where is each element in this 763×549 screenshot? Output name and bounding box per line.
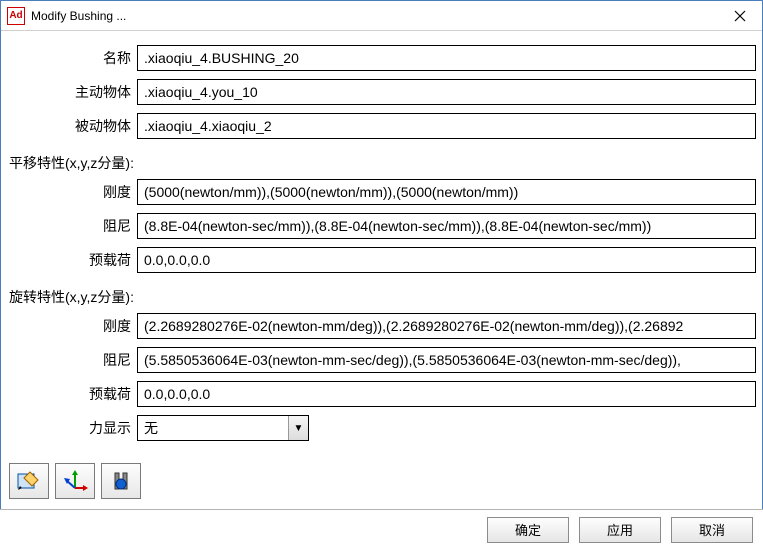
pencil-icon <box>16 470 42 492</box>
bushing-tool-button[interactable] <box>101 463 141 499</box>
active-body-input[interactable] <box>137 79 756 105</box>
toolbar-icons <box>7 449 756 499</box>
passive-body-input[interactable] <box>137 113 756 139</box>
ok-button[interactable]: 确定 <box>487 517 569 543</box>
close-icon <box>734 10 746 22</box>
chevron-down-icon: ▼ <box>288 416 308 440</box>
trans-preload-label: 预载荷 <box>7 250 137 270</box>
title-bar: Ad Modify Bushing ... <box>1 1 762 31</box>
rot-stiffness-input[interactable] <box>137 313 756 339</box>
force-display-value: 无 <box>138 418 288 438</box>
rot-preload-input[interactable] <box>137 381 756 407</box>
name-input[interactable] <box>137 45 756 71</box>
trans-damping-input[interactable] <box>137 213 756 239</box>
trans-stiffness-input[interactable] <box>137 179 756 205</box>
rot-damping-label: 阻尼 <box>7 350 137 370</box>
bushing-icon <box>108 470 134 492</box>
form-area: 名称 主动物体 被动物体 平移特性(x,y,z分量): 刚度 阻尼 预载荷 旋转… <box>1 31 762 505</box>
close-button[interactable] <box>717 1 762 30</box>
trans-preload-input[interactable] <box>137 247 756 273</box>
apply-button[interactable]: 应用 <box>579 517 661 543</box>
rot-damping-input[interactable] <box>137 347 756 373</box>
force-display-label: 力显示 <box>7 418 137 438</box>
force-display-dropdown[interactable]: 无 ▼ <box>137 415 309 441</box>
passive-body-label: 被动物体 <box>7 116 137 136</box>
window-title: Modify Bushing ... <box>31 9 717 23</box>
translational-header: 平移特性(x,y,z分量): <box>7 147 756 179</box>
edit-tool-button[interactable] <box>9 463 49 499</box>
dialog-footer: 确定 应用 取消 <box>0 509 763 549</box>
trans-damping-label: 阻尼 <box>7 216 137 236</box>
cancel-button[interactable]: 取消 <box>671 517 753 543</box>
name-label: 名称 <box>7 48 137 68</box>
rot-stiffness-label: 刚度 <box>7 316 137 336</box>
active-body-label: 主动物体 <box>7 82 137 102</box>
xyz-axes-icon <box>62 470 88 492</box>
trans-stiffness-label: 刚度 <box>7 182 137 202</box>
rotational-header: 旋转特性(x,y,z分量): <box>7 281 756 313</box>
axes-tool-button[interactable] <box>55 463 95 499</box>
app-icon: Ad <box>7 7 25 25</box>
rot-preload-label: 预载荷 <box>7 384 137 404</box>
